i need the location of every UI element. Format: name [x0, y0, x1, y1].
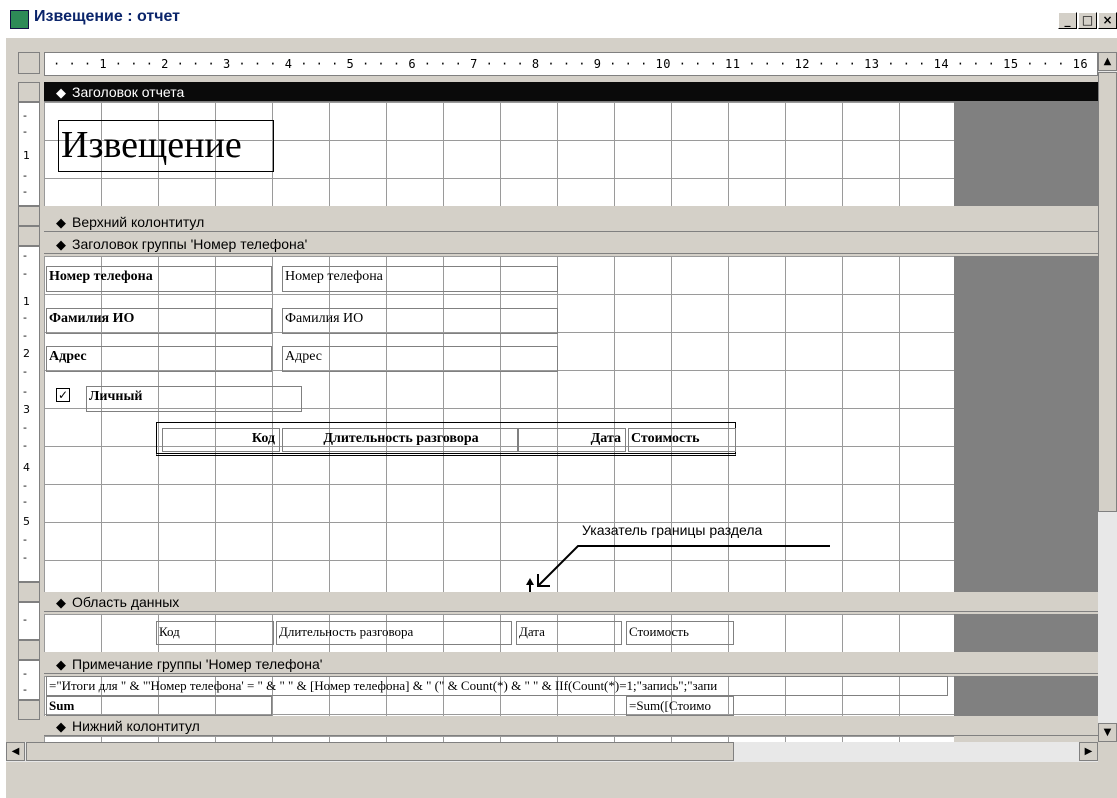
- summary-expression-field[interactable]: ="Итоги для " & "'Номер телефона' = " & …: [46, 676, 948, 696]
- band-label: Примечание группы 'Номер телефона': [72, 656, 323, 672]
- window-title: Извещение : отчет: [34, 8, 181, 25]
- band-detail[interactable]: ◆ Область данных: [44, 592, 1098, 612]
- detail-code-field[interactable]: Код: [156, 621, 274, 645]
- ruler-scale: · · · 1 · · · 2 · · · 3 · · · 4 · · · 5 …: [53, 57, 1097, 71]
- vruler-detail: -: [18, 602, 40, 640]
- horizontal-ruler[interactable]: · · · 1 · · · 2 · · · 3 · · · 4 · · · 5 …: [44, 52, 1098, 76]
- section-selector[interactable]: [18, 582, 40, 602]
- vruler-group-footer: --: [18, 660, 40, 700]
- vruler-report-header: - - 1 - -: [18, 102, 40, 206]
- horizontal-scrollbar[interactable]: ◀ ▶: [6, 742, 1098, 762]
- detail-duration-field[interactable]: Длительность разговора: [276, 621, 512, 645]
- header-cost[interactable]: Стоимость: [628, 428, 736, 452]
- sum-expression-field[interactable]: =Sum([Стоимо: [626, 696, 734, 716]
- band-label: Заголовок группы 'Номер телефона': [72, 236, 308, 252]
- detail-cost-field[interactable]: Стоимость: [626, 621, 734, 645]
- band-page-header[interactable]: ◆ Верхний колонтитул: [44, 212, 1098, 232]
- section-detail[interactable]: Код Длительность разговора Дата Стоимост…: [44, 614, 954, 652]
- section-arrow-icon: ◆: [56, 595, 66, 610]
- detail-date-field[interactable]: Дата: [516, 621, 622, 645]
- header-code[interactable]: Код: [162, 428, 280, 452]
- phone-label[interactable]: Номер телефона: [46, 266, 272, 292]
- out-of-page-area: [954, 256, 1098, 592]
- phone-field[interactable]: Номер телефона: [282, 266, 558, 292]
- section-selector[interactable]: [18, 82, 40, 102]
- band-label: Область данных: [72, 594, 180, 610]
- out-of-page-area: [954, 102, 1098, 206]
- private-checkbox[interactable]: ✓: [56, 388, 70, 402]
- name-field[interactable]: Фамилия ИО: [282, 308, 558, 334]
- vruler-group-header: - - 1 - - 2 - - 3 - - 4 - - 5 - -: [18, 246, 40, 582]
- name-label[interactable]: Фамилия ИО: [46, 308, 272, 334]
- out-of-page-area: [954, 614, 1098, 652]
- minimize-button[interactable]: _: [1058, 12, 1077, 29]
- section-selector[interactable]: [18, 640, 40, 660]
- section-selector[interactable]: [18, 206, 40, 226]
- report-title[interactable]: Извещение: [58, 120, 274, 172]
- out-of-page-area: [954, 676, 1098, 716]
- section-arrow-icon: ◆: [56, 215, 66, 230]
- window-titlebar: Извещение : отчет _ □ ×: [0, 0, 1117, 38]
- scroll-up-icon[interactable]: ▲: [1098, 52, 1117, 71]
- band-label: Верхний колонтитул: [72, 214, 205, 230]
- section-arrow-icon: ◆: [56, 85, 66, 100]
- band-page-footer[interactable]: ◆ Нижний колонтитул: [44, 716, 1098, 736]
- close-button[interactable]: ×: [1098, 12, 1117, 29]
- section-selector[interactable]: [18, 226, 40, 246]
- scroll-down-icon[interactable]: ▼: [1098, 723, 1117, 742]
- private-label[interactable]: Личный: [86, 386, 302, 412]
- sum-label[interactable]: Sum: [46, 696, 272, 716]
- section-arrow-icon: ◆: [56, 657, 66, 672]
- vertical-scroll-thumb[interactable]: [1098, 72, 1117, 512]
- header-duration[interactable]: Длительность разговора: [282, 428, 518, 452]
- header-date[interactable]: Дата: [518, 428, 626, 452]
- band-group-footer[interactable]: ◆ Примечание группы 'Номер телефона': [44, 654, 1098, 674]
- scroll-left-icon[interactable]: ◀: [6, 742, 25, 761]
- band-label: Нижний колонтитул: [72, 718, 200, 734]
- horizontal-scroll-thumb[interactable]: [26, 742, 734, 761]
- section-arrow-icon: ◆: [56, 237, 66, 252]
- band-report-header[interactable]: ◆ Заголовок отчета: [44, 82, 1098, 102]
- vertical-scrollbar[interactable]: ▲ ▼: [1098, 52, 1117, 742]
- maximize-button[interactable]: □: [1078, 12, 1097, 29]
- section-report-header[interactable]: Извещение: [44, 102, 954, 206]
- band-label: Заголовок отчета: [72, 84, 185, 100]
- band-group-header[interactable]: ◆ Заголовок группы 'Номер телефона': [44, 234, 1098, 254]
- section-selector[interactable]: [18, 700, 40, 720]
- scroll-right-icon[interactable]: ▶: [1079, 742, 1098, 761]
- section-arrow-icon: ◆: [56, 719, 66, 734]
- section-group-footer[interactable]: ="Итоги для " & "'Номер телефона' = " & …: [44, 676, 954, 716]
- address-field[interactable]: Адрес: [282, 346, 558, 372]
- report-selector[interactable]: [18, 52, 40, 74]
- vertical-ruler[interactable]: - - 1 - - - - 1 - - 2 - - 3 - - 4 - - 5 …: [18, 76, 40, 720]
- address-label[interactable]: Адрес: [46, 346, 272, 372]
- report-icon: [10, 10, 29, 29]
